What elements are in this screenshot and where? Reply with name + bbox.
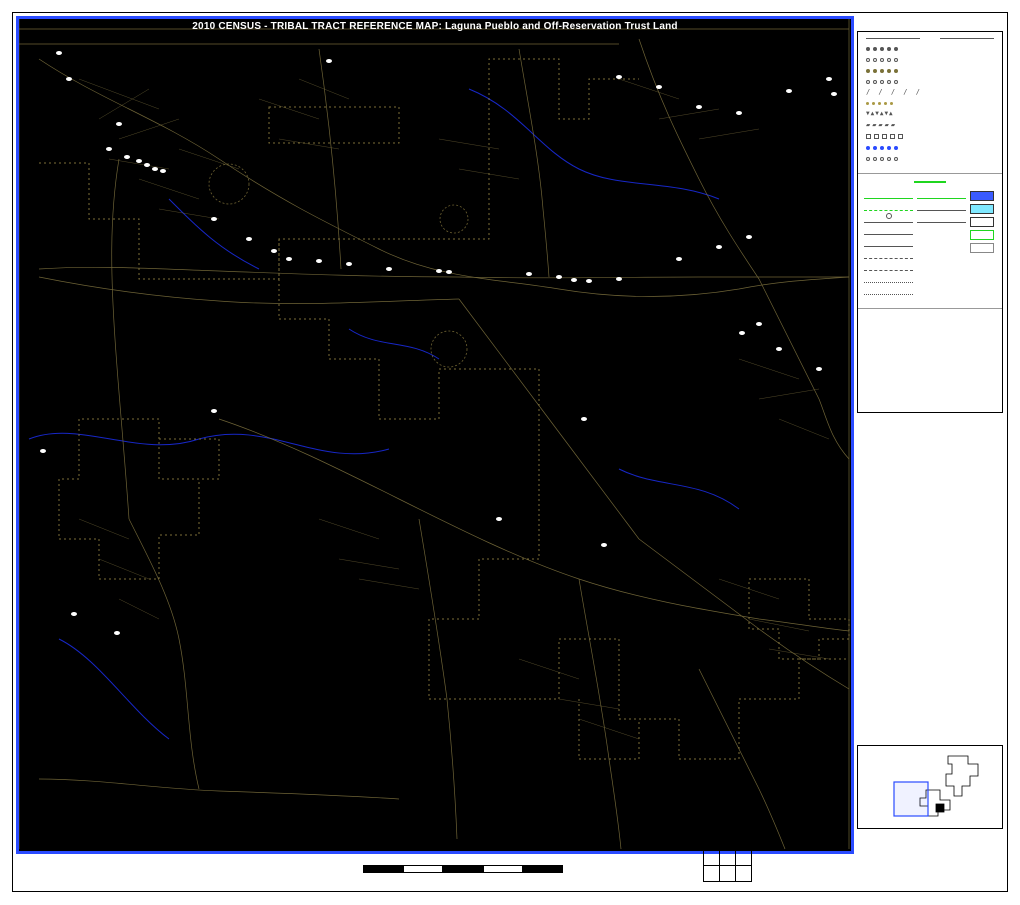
legend-symbols: / / / / / ▼▲▼▲▼▲ ▰▰▰▰▰ [858,32,1002,170]
map-canvas [19,19,851,851]
page-frame: 2010 CENSUS - TRIBAL TRACT REFERENCE MAP… [12,12,1008,892]
sheet-index-grid [703,849,751,881]
map-title: 2010 CENSUS - TRIBAL TRACT REFERENCE MAP… [19,21,851,32]
inset-locator [857,745,1003,829]
map-frame[interactable]: 2010 CENSUS - TRIBAL TRACT REFERENCE MAP… [16,16,854,854]
legend: / / / / / ▼▲▼▲▼▲ ▰▰▰▰▰ [857,31,1003,413]
legend-columns [858,191,1002,305]
legend-mid [858,177,1002,191]
scale-bar [363,865,563,873]
